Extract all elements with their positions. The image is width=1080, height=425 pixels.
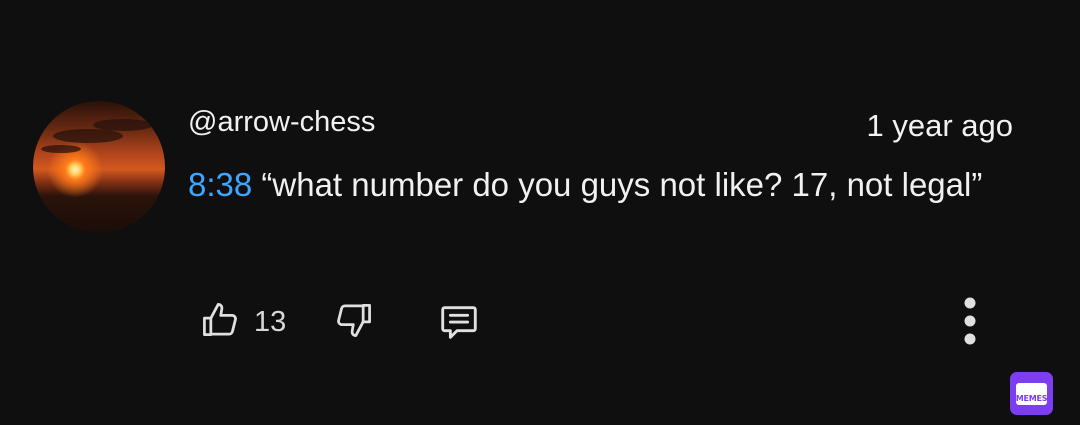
comment-author[interactable]: @arrow-chess xyxy=(188,106,375,139)
more-options-button[interactable] xyxy=(958,295,982,352)
watermark-text: MEMES xyxy=(1015,393,1048,403)
dislike-button[interactable] xyxy=(332,298,376,347)
thumbs-down-icon xyxy=(332,298,376,347)
timestamp-link[interactable]: 8:38 xyxy=(188,166,252,203)
comment-icon xyxy=(436,299,482,350)
comment-timestamp[interactable]: 1 year ago xyxy=(867,108,1014,144)
more-vertical-icon xyxy=(958,295,982,352)
comment-body: “what number do you guys not like? 17, n… xyxy=(252,166,983,203)
memes-logo-icon: MEMES xyxy=(1010,372,1053,415)
reply-button[interactable] xyxy=(436,299,482,350)
avatar[interactable] xyxy=(33,101,165,233)
comment-text: 8:38 “what number do you guys not like? … xyxy=(188,162,1028,208)
comment-thread-item: @arrow-chess 1 year ago 8:38 “what numbe… xyxy=(0,0,1080,425)
thumbs-up-icon xyxy=(198,298,242,347)
like-count: 13 xyxy=(254,306,287,338)
like-button[interactable]: 13 xyxy=(198,298,286,347)
